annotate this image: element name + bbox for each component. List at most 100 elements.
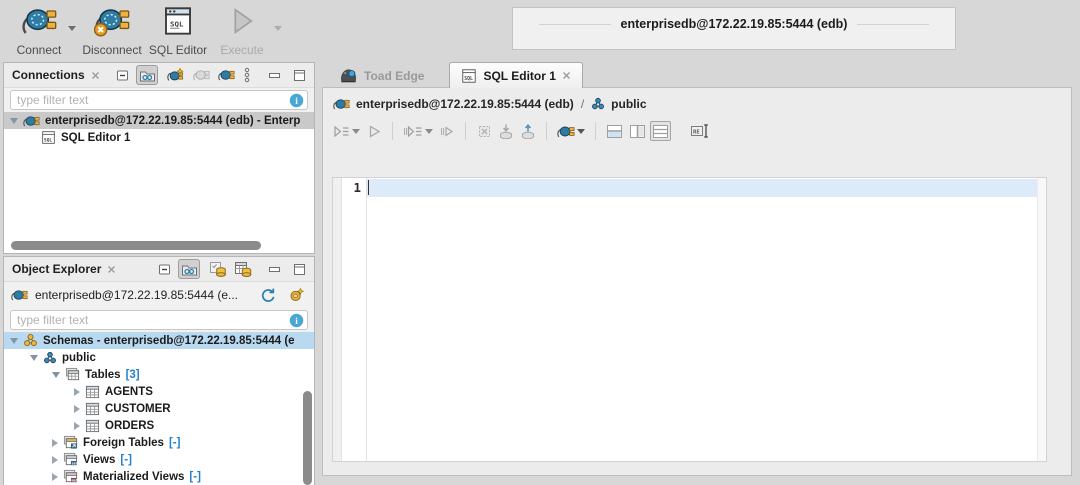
execute-button[interactable]: Execute <box>214 5 270 57</box>
link-with-editor-icon[interactable] <box>178 259 200 279</box>
layout-split-vertical-icon[interactable] <box>627 121 648 141</box>
view-menu-icon[interactable] <box>240 65 254 85</box>
breadcrumb-connection[interactable]: enterprisedb@172.22.19.85:5444 (edb) <box>356 97 574 111</box>
tree-row-public[interactable]: public <box>4 349 314 366</box>
stop-execution-icon[interactable] <box>474 121 494 141</box>
info-icon[interactable]: i <box>289 313 304 328</box>
rollback-icon[interactable] <box>518 121 538 141</box>
tab-sql-editor-1[interactable]: SQL SQL Editor 1 <box>449 62 582 88</box>
collapse-all-icon[interactable] <box>111 65 133 85</box>
window-connection-title: enterprisedb@172.22.19.85:5444 (edb) <box>621 17 848 31</box>
disconnect-tool-icon[interactable] <box>190 65 212 85</box>
minimize-icon[interactable] <box>263 259 285 279</box>
expand-arrow-icon[interactable] <box>52 439 58 447</box>
tab-label: Toad Edge <box>364 69 424 83</box>
editor-toolbar: RE <box>323 116 1071 146</box>
disconnect-button[interactable]: Disconnect <box>80 5 144 57</box>
breadcrumb-schema[interactable]: public <box>611 97 646 111</box>
expand-arrow-icon[interactable] <box>74 405 80 413</box>
toad-edge-window: Connect Disconnect SQL <box>0 0 1080 485</box>
execute-all-statements-icon[interactable] <box>331 121 362 141</box>
connection-tree-row[interactable]: enterprisedb@172.22.19.85:5444 (edb) - E… <box>4 112 314 129</box>
filter-objects-icon[interactable] <box>285 285 307 305</box>
sql-editor-tree-row[interactable]: SQL SQL Editor 1 <box>4 129 314 146</box>
object-explorer-filter-input[interactable] <box>10 310 308 330</box>
refresh-icon[interactable] <box>256 285 278 305</box>
expand-arrow-icon[interactable] <box>74 422 80 430</box>
expand-arrow-icon[interactable] <box>10 338 18 344</box>
execute-label: Execute <box>220 44 263 57</box>
svg-text:i: i <box>295 317 298 327</box>
tree-row-customer[interactable]: CUSTOMER <box>4 400 314 417</box>
editor-scrollbar-track[interactable] <box>1037 178 1046 461</box>
sql-editor-area[interactable]: 1 <box>332 177 1047 462</box>
expand-arrow-icon[interactable] <box>52 456 58 464</box>
collapse-all-icon[interactable] <box>153 259 175 279</box>
tree-row-foreign-tables[interactable]: Foreign Tables [-] <box>4 434 314 451</box>
horizontal-scrollbar-thumb[interactable] <box>11 241 261 250</box>
connections-tab[interactable]: Connections <box>4 63 108 87</box>
tree-count-badge: [-] <box>189 471 201 483</box>
tree-label: AGENTS <box>105 386 153 398</box>
close-icon[interactable] <box>562 71 571 80</box>
table-icon <box>85 419 100 433</box>
tree-row-materialized-views[interactable]: mat Materialized Views [-] <box>4 468 314 485</box>
execute-dropdown-caret[interactable] <box>274 26 282 31</box>
layout-split-horizontal-icon[interactable] <box>604 121 625 141</box>
toad-icon <box>339 67 358 84</box>
maximize-icon[interactable] <box>288 259 310 279</box>
connect-tool-icon[interactable] <box>215 65 237 85</box>
vertical-scrollbar-thumb[interactable] <box>303 391 312 485</box>
table-icon <box>85 385 100 399</box>
connections-filter-input[interactable] <box>10 90 308 110</box>
expand-arrow-icon[interactable] <box>74 388 80 396</box>
commit-icon[interactable] <box>496 121 516 141</box>
svg-text:RE: RE <box>693 130 700 136</box>
connect-button[interactable]: Connect <box>10 5 68 57</box>
tree-label: Tables <box>85 369 121 381</box>
expand-arrow-icon[interactable] <box>10 118 18 124</box>
layout-unified-icon[interactable] <box>650 121 671 141</box>
show-system-objects-icon[interactable] <box>207 259 229 279</box>
step-execute-icon[interactable] <box>437 121 457 141</box>
result-as-text-icon[interactable]: RE <box>688 121 712 141</box>
execute-statement-icon[interactable] <box>364 121 384 141</box>
minimize-icon[interactable] <box>263 65 285 85</box>
close-icon[interactable] <box>107 265 116 274</box>
expand-arrow-icon[interactable] <box>52 372 60 378</box>
tree-row-tables[interactable]: Tables [3] <box>4 366 314 383</box>
tree-row-agents[interactable]: AGENTS <box>4 383 314 400</box>
tab-label: SQL Editor 1 <box>483 69 555 83</box>
connect-dropdown-caret[interactable] <box>68 26 76 31</box>
connection-selector-icon[interactable] <box>555 121 587 141</box>
tree-label: Schemas - enterprisedb@172.22.19.85:5444… <box>43 335 295 347</box>
tree-count-badge: [-] <box>169 437 181 449</box>
info-icon[interactable]: i <box>289 93 304 108</box>
tree-row-views[interactable]: sel Views [-] <box>4 451 314 468</box>
editor-text-content[interactable] <box>367 178 1046 461</box>
sql-file-icon: SQL <box>41 130 56 145</box>
link-with-editor-icon[interactable] <box>136 65 158 85</box>
tab-toad-edge[interactable]: Toad Edge <box>328 63 435 88</box>
expand-arrow-icon[interactable] <box>52 473 58 481</box>
expand-arrow-icon[interactable] <box>30 355 38 361</box>
tree-row-orders[interactable]: ORDERS <box>4 417 314 434</box>
new-connection-icon[interactable] <box>165 65 187 85</box>
tree-label: Materialized Views <box>83 471 184 483</box>
title-decor-line-left <box>539 24 611 25</box>
object-explorer-tab-label: Object Explorer <box>12 262 101 276</box>
show-table-data-icon[interactable] <box>232 259 254 279</box>
tree-row-schemas[interactable]: Schemas - enterprisedb@172.22.19.85:5444… <box>4 332 314 349</box>
horizontal-scrollbar[interactable] <box>6 240 312 251</box>
close-icon[interactable] <box>91 71 100 80</box>
editor-body: enterprisedb@172.22.19.85:5444 (edb) / p… <box>322 87 1072 476</box>
connection-plug-icon <box>333 97 350 111</box>
sql-editor-button[interactable]: SQL SQL Editor <box>148 5 208 57</box>
sql-file-icon: SQL <box>461 68 477 84</box>
maximize-icon[interactable] <box>288 65 310 85</box>
object-explorer-tab[interactable]: Object Explorer <box>4 257 124 281</box>
step-execute-all-icon[interactable] <box>401 121 435 141</box>
disconnect-label: Disconnect <box>82 44 141 57</box>
object-explorer-connection-row[interactable]: enterprisedb@172.22.19.85:5444 (e... <box>4 282 314 308</box>
object-explorer-filter-row: i <box>4 308 314 332</box>
